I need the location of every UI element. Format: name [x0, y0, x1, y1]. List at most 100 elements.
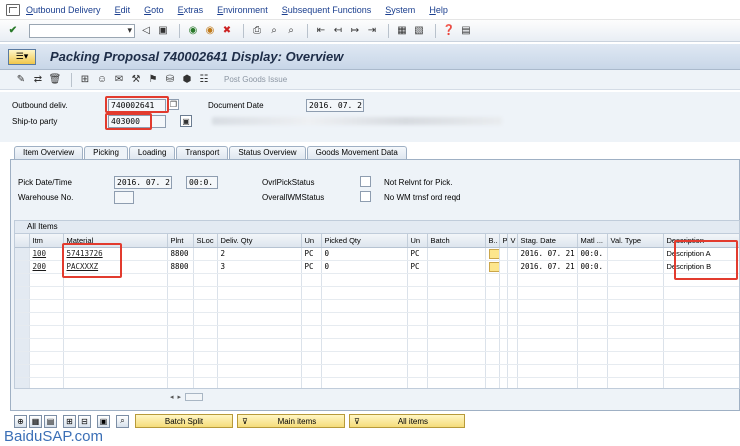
row-selector[interactable] — [15, 325, 30, 339]
empty-row[interactable] — [15, 377, 739, 388]
empty-cell[interactable] — [485, 273, 500, 287]
empty-cell[interactable] — [577, 364, 608, 378]
system-menu-icon[interactable] — [6, 3, 20, 16]
menu-environment[interactable]: Environment — [217, 5, 268, 15]
col-header-select[interactable] — [15, 234, 30, 248]
empty-cell[interactable] — [217, 286, 302, 300]
empty-cell[interactable] — [217, 377, 302, 388]
col-header-v[interactable]: V — [507, 234, 518, 248]
tab-item-overview[interactable]: Item Overview — [14, 146, 84, 159]
table-cell[interactable]: PC — [301, 260, 322, 274]
empty-cell[interactable] — [499, 338, 508, 352]
col-header-plant[interactable]: Plnt — [167, 234, 194, 248]
empty-cell[interactable] — [577, 338, 608, 352]
table-cell[interactable] — [485, 247, 500, 261]
partner-icon[interactable]: ☺ — [95, 73, 109, 87]
col-header-item[interactable]: Itm — [29, 234, 64, 248]
empty-row[interactable] — [15, 364, 739, 378]
empty-cell[interactable] — [499, 273, 508, 287]
empty-cell[interactable] — [29, 377, 64, 388]
delete-row-icon[interactable]: ⊟ — [78, 414, 91, 428]
empty-cell[interactable] — [321, 364, 408, 378]
table-cell[interactable] — [427, 247, 486, 261]
empty-cell[interactable] — [663, 273, 739, 287]
menu-help[interactable]: Help — [429, 5, 448, 15]
empty-cell[interactable] — [29, 338, 64, 352]
empty-cell[interactable] — [63, 338, 168, 352]
empty-cell[interactable] — [301, 312, 322, 326]
table-cell[interactable]: 3 — [217, 260, 302, 274]
empty-cell[interactable] — [427, 377, 486, 388]
table-cell[interactable] — [193, 260, 218, 274]
empty-cell[interactable] — [63, 325, 168, 339]
empty-cell[interactable] — [63, 364, 168, 378]
list-icon[interactable]: ☷ — [197, 73, 211, 87]
pick-time-field[interactable]: 00:0. — [186, 176, 218, 189]
help-icon[interactable]: ❓ — [442, 24, 456, 38]
empty-cell[interactable] — [29, 364, 64, 378]
find-icon[interactable]: ⌕ — [267, 24, 281, 38]
row-selector[interactable] — [15, 247, 30, 261]
row-selector[interactable] — [15, 312, 30, 326]
menu-extras[interactable]: Extras — [178, 5, 204, 15]
empty-cell[interactable] — [485, 312, 500, 326]
empty-cell[interactable] — [193, 364, 218, 378]
empty-cell[interactable] — [577, 299, 608, 313]
empty-row[interactable] — [15, 286, 739, 300]
col-header-sloc[interactable]: SLoc — [193, 234, 218, 248]
empty-cell[interactable] — [577, 312, 608, 326]
col-header-material[interactable]: Material — [63, 234, 168, 248]
empty-cell[interactable] — [407, 351, 428, 365]
command-field[interactable] — [29, 23, 135, 38]
row-selector[interactable] — [15, 286, 30, 300]
shortcut-icon[interactable]: ▧ — [412, 24, 426, 38]
batch-split-button[interactable]: Batch Split — [135, 414, 233, 428]
table-cell[interactable]: PACXXXZ — [63, 260, 168, 274]
empty-cell[interactable] — [507, 364, 518, 378]
table-cell[interactable]: PC — [301, 247, 322, 261]
empty-cell[interactable] — [663, 364, 739, 378]
details-icon[interactable]: ⊕ — [14, 414, 27, 428]
empty-cell[interactable] — [321, 273, 408, 287]
next-page-icon[interactable]: ↦ — [348, 24, 362, 38]
title-menu-button[interactable]: ☰▾ — [8, 48, 36, 65]
empty-cell[interactable] — [577, 351, 608, 365]
empty-cell[interactable] — [607, 273, 664, 287]
batch-indicator-icon[interactable] — [488, 261, 498, 272]
menu-edit[interactable]: Edit — [115, 5, 131, 15]
empty-cell[interactable] — [577, 273, 608, 287]
col-header-b[interactable]: B.. — [485, 234, 500, 248]
empty-cell[interactable] — [663, 299, 739, 313]
empty-cell[interactable] — [427, 364, 486, 378]
col-header-stag-date[interactable]: Stag. Date — [517, 234, 578, 248]
display-change-icon[interactable]: ⇄ — [31, 73, 45, 87]
empty-cell[interactable] — [217, 351, 302, 365]
empty-cell[interactable] — [301, 325, 322, 339]
empty-cell[interactable] — [301, 338, 322, 352]
empty-cell[interactable] — [407, 377, 428, 388]
empty-cell[interactable] — [517, 364, 578, 378]
empty-cell[interactable] — [321, 351, 408, 365]
empty-row[interactable] — [15, 273, 739, 287]
table-cell[interactable] — [607, 247, 664, 261]
table-cell[interactable]: 57413726 — [63, 247, 168, 261]
first-page-icon[interactable]: ⇤ — [314, 24, 328, 38]
empty-cell[interactable] — [321, 338, 408, 352]
row-selector[interactable] — [15, 260, 30, 274]
empty-cell[interactable] — [29, 312, 64, 326]
table-cell[interactable]: 200 — [29, 260, 64, 274]
insert-row-icon[interactable]: ⊞ — [63, 414, 76, 428]
exit-icon[interactable]: ◉ — [203, 24, 217, 38]
col-header-unit-2[interactable]: Un — [407, 234, 428, 248]
pack-icon[interactable]: ⚒ — [129, 73, 143, 87]
empty-cell[interactable] — [193, 325, 218, 339]
empty-cell[interactable] — [167, 364, 194, 378]
empty-cell[interactable] — [321, 377, 408, 388]
scroll-right-icon[interactable]: ▸ — [178, 393, 182, 401]
empty-cell[interactable] — [485, 338, 500, 352]
empty-row[interactable] — [15, 338, 739, 352]
empty-cell[interactable] — [517, 351, 578, 365]
empty-cell[interactable] — [193, 286, 218, 300]
scroll-thumb[interactable] — [185, 392, 204, 401]
tab-status-overview[interactable]: Status Overview — [229, 146, 306, 159]
